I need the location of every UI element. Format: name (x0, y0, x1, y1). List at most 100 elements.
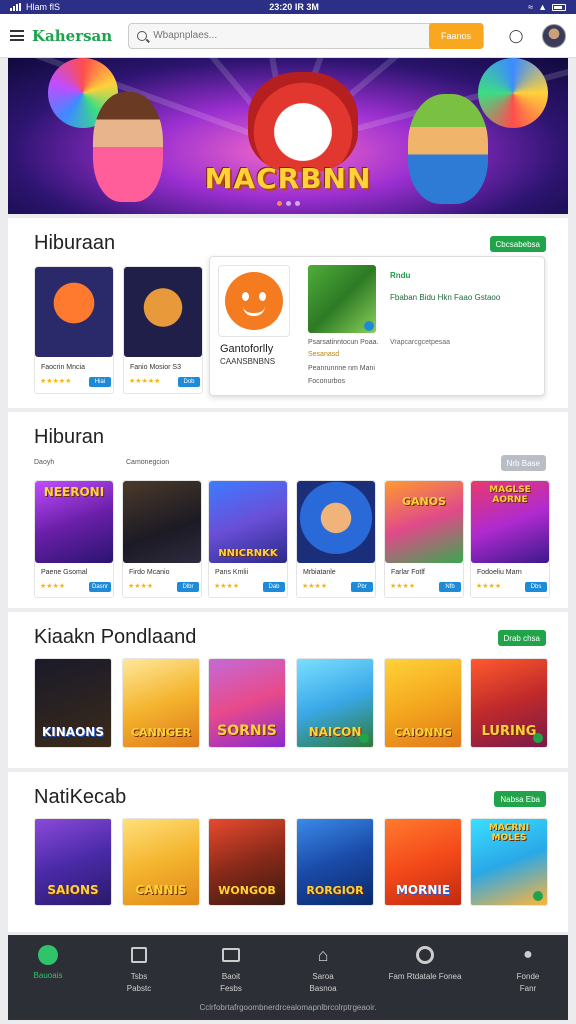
store-icon (129, 945, 149, 965)
featured-desc-line: Psarsatinntocun Poaa. (308, 339, 379, 346)
featured-app-card[interactable]: Gantoforlly CAANSBNBNS Rndu Fbaban Bidu … (209, 256, 545, 396)
thumbnail-caption: NNICRNKK (218, 548, 278, 559)
game-play-button[interactable]: Dasnr (89, 582, 111, 592)
section-natikecab: NatiKecab Nabsa Eba SAIONS CANNIS WONGOB… (8, 772, 568, 932)
app-logo[interactable]: Kahersan (32, 27, 112, 45)
game-tile[interactable]: CAIONNG (384, 658, 462, 748)
nav-item-store[interactable]: Tsbs Pabstc (99, 945, 179, 995)
nav-item-home[interactable]: Bauoais (8, 945, 88, 980)
game-card[interactable]: Faocrin Mncia ★★★★★ Hiai (34, 266, 114, 394)
thumbnail-caption: CANNIS (135, 883, 187, 897)
game-card[interactable]: NNICRNKK Pans Kmlii ★★★★ Dab (208, 480, 288, 598)
verified-badge-icon (359, 733, 369, 743)
nav-item-library[interactable]: Baoit Fesbs (191, 945, 271, 995)
game-card[interactable]: Fanio Mosior S3 ★★★★★ Dob (123, 266, 203, 394)
thumbnail-caption: MORNIE (395, 883, 451, 897)
thumbnail-caption: MAGLSE AORNE (489, 485, 531, 505)
profile-icon: ● (523, 946, 533, 963)
game-tile[interactable]: SORNIS (208, 658, 286, 748)
banner-title: MACRBNN (204, 162, 372, 195)
game-tile[interactable]: KINAONS (34, 658, 112, 748)
section-see-all-button[interactable]: Cbcsabebsa (489, 236, 546, 252)
rating-stars: ★★★★ (40, 583, 66, 590)
game-thumbnail: NEERONI (35, 481, 113, 563)
nav-item-target[interactable]: Fam Rtdatale Fonea (380, 945, 470, 983)
chat-bubble-icon[interactable]: ◯ (506, 28, 526, 44)
featured-desc-line: Sesanasd (308, 351, 340, 358)
wifi-icon: ≈ (528, 2, 534, 12)
rating-stars: ★★★★ (214, 583, 240, 590)
signal-icon (10, 3, 21, 11)
featured-screenshot (308, 265, 376, 333)
rating-stars: ★★★★★ (129, 378, 161, 385)
game-name: Pans Kmlii (215, 569, 249, 576)
thumbnail-caption: SORNIS (217, 723, 277, 739)
game-card[interactable]: MAGLSE AORNE Fodoeliu Marn ★★★★ Dbs (470, 480, 550, 598)
verified-badge-icon (533, 733, 543, 743)
game-card[interactable]: Firdo Mcanio ★★★★ Dlbr (122, 480, 202, 598)
thumbnail-caption: SAIONS (47, 883, 99, 897)
game-play-button[interactable]: Dob (178, 377, 200, 387)
game-play-button[interactable]: Pbr (351, 582, 373, 592)
game-name: Firdo Mcanio (129, 569, 170, 576)
featured-desc-line: Foconurbos (308, 378, 345, 385)
game-thumbnail (124, 267, 202, 357)
game-play-button[interactable]: Dlbr (177, 582, 199, 592)
thumbnail-caption: CANNGER (130, 726, 191, 739)
banner-character-center (248, 72, 358, 172)
game-name: Farlar Fotlf (391, 569, 425, 576)
nav-item-profile[interactable]: ● Fonde Fanr (488, 945, 568, 995)
game-tile[interactable]: CANNGER (122, 658, 200, 748)
battery-icon (551, 3, 566, 11)
rating-stars: ★★★★ (390, 583, 416, 590)
section-title: NatiKecab (34, 786, 127, 808)
header-cta-button[interactable]: Faanos (428, 22, 483, 49)
search-bar[interactable]: Faanos (128, 22, 484, 49)
game-play-button[interactable]: Dab (263, 582, 285, 592)
nav-label: Fam Rtdatale Fonea (388, 972, 462, 981)
section-see-all-button[interactable]: Nabsa Eba (494, 791, 546, 807)
game-tile[interactable]: MACRNI MOLES (470, 818, 548, 906)
featured-heading-line: Fbaban Bidu Hkn Faao Gstaoo (390, 293, 501, 302)
nav-label: Saroa Basnoa (309, 972, 337, 993)
game-tile[interactable]: RORGIOR (296, 818, 374, 906)
game-name: Mrbiatanle (303, 569, 336, 576)
game-tile[interactable]: LURING (470, 658, 548, 748)
game-tile[interactable]: WONGOB (208, 818, 286, 906)
section-hiburan: Hiburan Daoyh Camonegcion Nrb Base NEERO… (8, 412, 568, 608)
balloon-right (478, 58, 548, 128)
game-tile[interactable]: SAIONS (34, 818, 112, 906)
section-see-all-button[interactable]: Drab chsa (497, 630, 546, 646)
featured-app-title: Gantoforlly (220, 343, 274, 355)
game-card[interactable]: GANOS Farlar Fotlf ★★★★ Nfb (384, 480, 464, 598)
rating-stars: ★★★★★ (40, 378, 72, 385)
hero-banner[interactable]: MACRBNN (8, 58, 568, 214)
thumbnail-caption: GANOS (401, 495, 447, 508)
game-tile[interactable]: CANNIS (122, 818, 200, 906)
section-see-all-button[interactable]: Nrb Base (500, 455, 546, 471)
thumbnail-caption: RORGIOR (306, 884, 364, 897)
rating-stars: ★★★★ (128, 583, 154, 590)
section-title: Kiaakn Pondlaand (34, 626, 197, 648)
game-play-button[interactable]: Dbs (525, 582, 547, 592)
game-thumbnail (35, 267, 113, 357)
game-play-button[interactable]: Hiai (89, 377, 111, 387)
avatar[interactable] (542, 23, 566, 48)
home-icon (38, 945, 58, 965)
nav-item-house[interactable]: ⌂ Saroa Basnoa (283, 945, 363, 995)
game-play-button[interactable]: Nfb (439, 582, 461, 592)
app-icon-tile (218, 265, 290, 337)
verified-badge-icon (364, 321, 374, 331)
game-tile[interactable]: NAICON (296, 658, 374, 748)
carousel-dots[interactable] (8, 201, 568, 206)
game-card[interactable]: Mrbiatanle ★★★★ Pbr (296, 480, 376, 598)
search-input[interactable] (153, 30, 394, 41)
game-tile[interactable]: MORNIE (384, 818, 462, 906)
section-kiaakn-pondlaand: Kiaakn Pondlaand Drab chsa KINAONS CANNG… (8, 612, 568, 768)
thumbnail-caption: WONGOB (218, 884, 276, 897)
game-thumbnail (123, 481, 201, 563)
game-card[interactable]: NEERONI Paene Gsomal ★★★★ Dasnr (34, 480, 114, 598)
game-thumbnail: GANOS (385, 481, 463, 563)
hamburger-menu-icon[interactable] (10, 30, 24, 41)
status-bar: Hlam flS 23:20 IR 3M ≈ ▲ (0, 0, 576, 14)
